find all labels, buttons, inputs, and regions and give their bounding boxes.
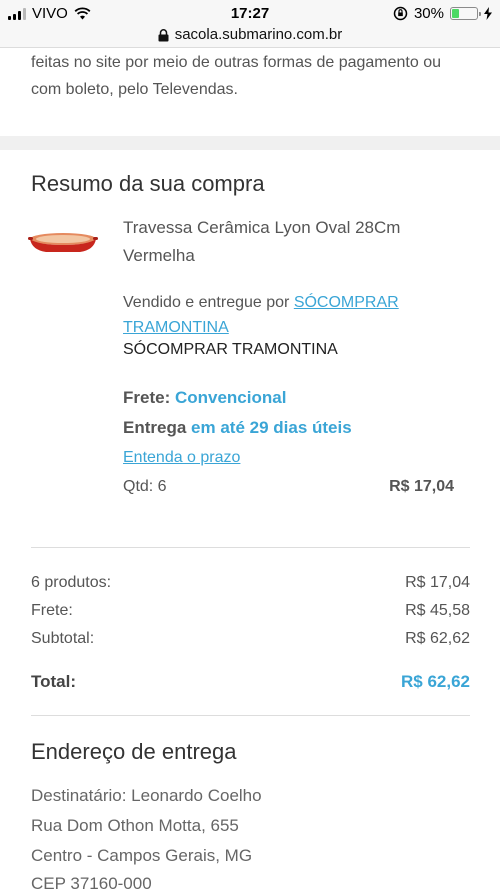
understand-deadline-link[interactable]: Entenda o prazo (123, 449, 240, 467)
totals-value: R$ 62,62 (405, 630, 470, 647)
delivery-estimate: Entrega em até 29 dias úteis (123, 418, 352, 438)
address-bar[interactable]: sacola.submarino.com.br (0, 26, 500, 48)
delivery-address-title: Endereço de entrega (31, 739, 237, 764)
product-image[interactable] (28, 230, 98, 256)
item-price: R$ 17,04 (389, 478, 454, 495)
summary-title: Resumo da sua compra (31, 171, 265, 196)
entrega-label: Entrega (123, 418, 187, 437)
totals-row-shipping: Frete: R$ 45,58 (31, 602, 470, 620)
address-line: Destinatário: Leonardo Coelho (31, 786, 262, 805)
totals-row-products: 6 produtos: R$ 17,04 (31, 574, 470, 592)
totals-label: Subtotal: (31, 630, 95, 647)
address-line: Rua Dom Othon Motta, 655 (31, 816, 239, 835)
frete-label: Frete: (123, 388, 171, 407)
frete-value: Convencional (174, 388, 287, 407)
divider (31, 547, 470, 548)
url-text: sacola.submarino.com.br (174, 26, 343, 43)
totals-value: R$ 17,04 (405, 574, 470, 591)
totals-label: Frete: (31, 602, 73, 619)
sold-by-label: Vendido e entregue por (123, 294, 290, 311)
battery-percent: 30% (413, 5, 444, 22)
address-line: CEP 37160-000 (31, 874, 152, 889)
entrega-value: em até 29 dias úteis (191, 418, 352, 437)
seller-line: Vendido e entregue por SÓCOMPRAR TRAMONT… (123, 290, 453, 340)
address-line: Centro - Campos Gerais, MG (31, 846, 253, 865)
quantity: Qtd: 6 (123, 478, 167, 495)
shipping-method: Frete: Convencional (123, 388, 286, 408)
lock-icon (158, 28, 169, 42)
total-value: R$ 62,62 (401, 672, 470, 691)
totals-row-subtotal: Subtotal: R$ 62,62 (31, 630, 470, 648)
divider (31, 715, 470, 716)
product-name[interactable]: Travessa Cerâmica Lyon Oval 28Cm Vermelh… (123, 214, 453, 270)
status-bar: VIVO 17:27 30% (0, 0, 500, 26)
totals-value: R$ 45,58 (405, 602, 470, 619)
orientation-lock-icon (393, 6, 408, 21)
status-right: 30% (393, 5, 492, 22)
battery-icon (450, 7, 481, 20)
totals-row-total: Total: R$ 62,62 (31, 672, 470, 692)
totals-label: 6 produtos: (31, 574, 112, 591)
payment-info-text: feitas no site por meio de outras formas… (31, 54, 442, 98)
charging-bolt-icon (484, 7, 492, 20)
seller-name: SÓCOMPRAR TRAMONTINA (123, 341, 338, 358)
section-separator (0, 136, 500, 150)
total-label: Total: (31, 672, 77, 691)
